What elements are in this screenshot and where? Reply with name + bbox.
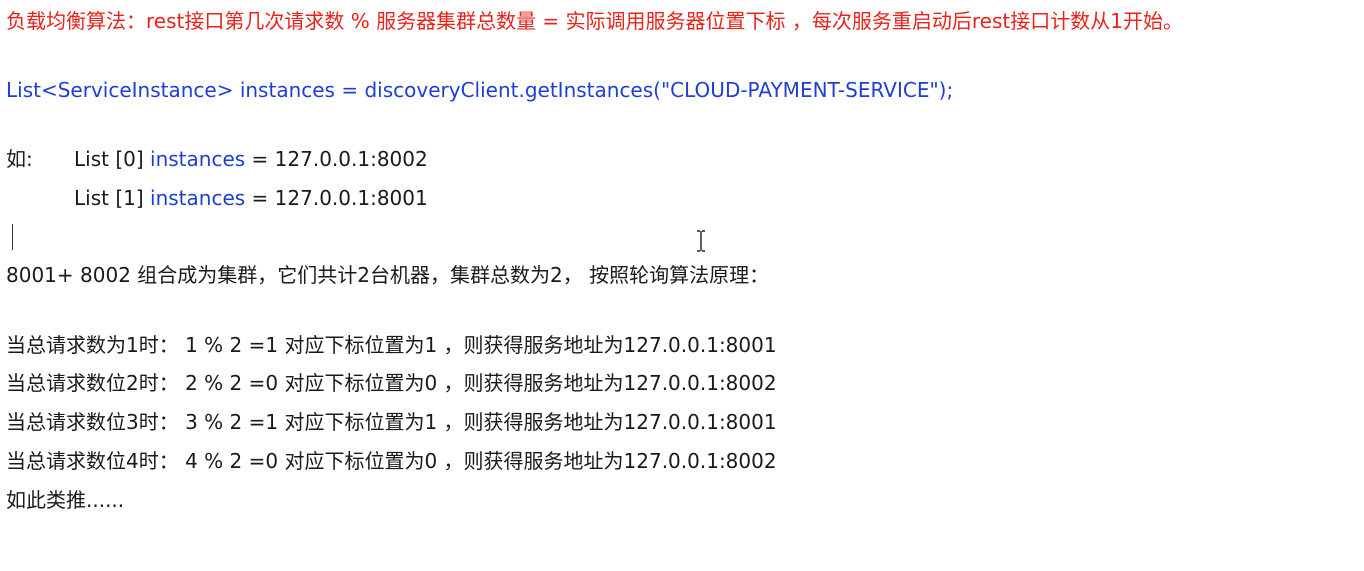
request-line-3: 当总请求数位3时： 3 % 2 =1 对应下标位置为1 ，则获得服务地址为127… bbox=[6, 410, 777, 434]
example-value-0: 127.0.0.1:8002 bbox=[274, 147, 428, 171]
example-row-0: 如: List [0] instances = 127.0.0.1:8002 bbox=[6, 146, 428, 172]
request-line-2: 当总请求数位2时： 2 % 2 =0 对应下标位置为0 ，则获得服务地址为127… bbox=[6, 371, 777, 395]
code-line: List<ServiceInstance> instances = discov… bbox=[6, 77, 953, 103]
ibeam-cursor-icon bbox=[697, 230, 705, 252]
example-value-1: 127.0.0.1:8001 bbox=[274, 186, 428, 210]
request-line-1: 当总请求数为1时： 1 % 2 =1 对应下标位置为1 ，则获得服务地址为127… bbox=[6, 333, 777, 357]
algorithm-heading: 负载均衡算法：rest接口第几次请求数 % 服务器集群总数量 = 实际调用服务器… bbox=[6, 9, 1183, 33]
example-name-0: instances bbox=[150, 147, 246, 171]
footer-line: 如此类推...... bbox=[6, 488, 125, 512]
request-line-4: 当总请求数位4时： 4 % 2 =0 对应下标位置为0 ，则获得服务地址为127… bbox=[6, 449, 777, 473]
example-row-1: List [1] instances = 127.0.0.1:8001 bbox=[74, 185, 428, 211]
example-eq-0: = bbox=[251, 147, 269, 171]
example-prefix: 如: bbox=[6, 147, 33, 171]
example-eq-1: = bbox=[251, 186, 269, 210]
code-var: instances bbox=[239, 78, 335, 102]
text-caret bbox=[12, 224, 13, 250]
cluster-line: 8001+ 8002 组合成为集群，它们共计2台机器，集群总数为2， 按照轮询算… bbox=[6, 263, 770, 287]
example-list-0: List [0] bbox=[74, 147, 144, 171]
example-name-1: instances bbox=[150, 186, 246, 210]
example-list-1: List [1] bbox=[74, 186, 144, 210]
code-equals: = bbox=[341, 78, 359, 102]
code-call: discoveryClient.getInstances("CLOUD-PAYM… bbox=[364, 78, 954, 102]
code-type: List<ServiceInstance> bbox=[6, 78, 234, 102]
